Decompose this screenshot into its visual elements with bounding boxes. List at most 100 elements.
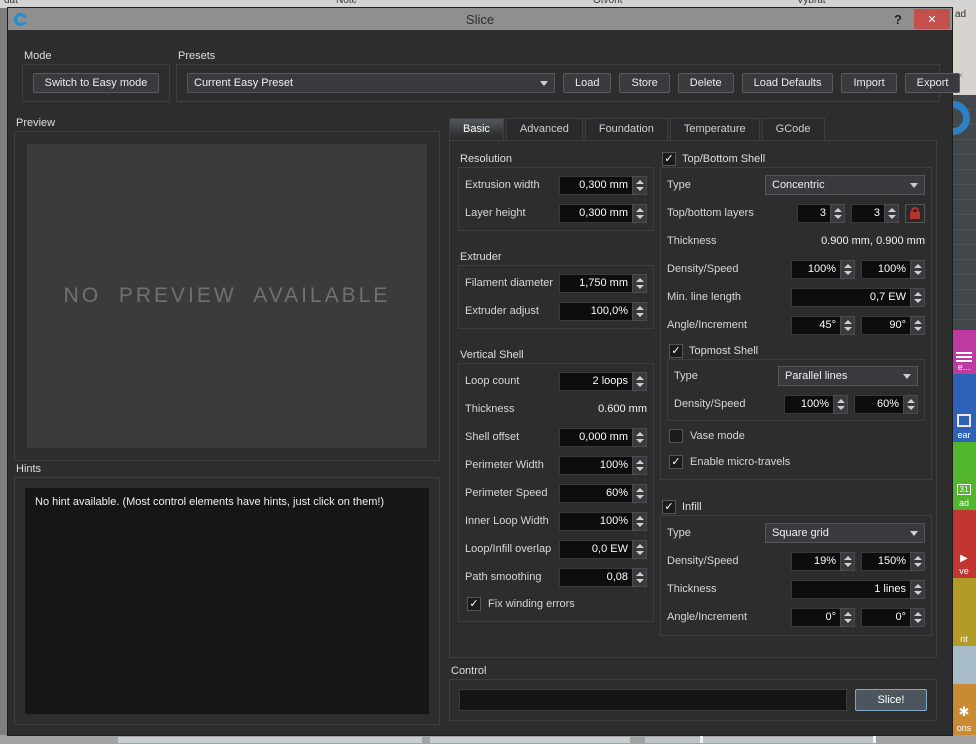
titlebar[interactable]: Slice ? ✕ [8,8,952,30]
spinner[interactable] [632,540,647,559]
spinner[interactable] [910,260,925,279]
min-line-length-field[interactable]: 0,7 EW [791,288,925,307]
perimeter-width-field[interactable]: 100% [559,456,647,475]
vase-mode-checkbox[interactable] [669,429,683,443]
toolbar-tile[interactable]: nt [952,578,976,646]
tab-foundation[interactable]: Foundation [585,118,668,141]
increment-field[interactable]: 90° [861,316,925,335]
toolbar-tile[interactable]: 31 ad [952,442,976,510]
infill-thickness-field[interactable]: 1 lines [791,580,925,599]
app-logo-swirl-icon [952,101,970,135]
hints-group: Hints No hint available. (Most control e… [14,461,440,725]
topmost-density-field[interactable]: 100% [784,395,848,414]
toolbar-tile[interactable]: ▶ ve [952,510,976,578]
slice-button[interactable]: Slice! [855,689,927,711]
spinner[interactable] [632,274,647,293]
layer-height-field[interactable]: 0,300 mm [559,204,647,223]
store-button[interactable]: Store [619,73,669,93]
spinner[interactable] [840,316,855,335]
toolbar-tile[interactable] [952,646,976,684]
loop-count-field[interactable]: 2 loops [559,372,647,391]
preset-dropdown[interactable]: Current Easy Preset [187,73,555,93]
menu-item[interactable]: Note [336,0,357,6]
panel-label: ad [955,9,966,20]
lock-button[interactable] [905,204,925,223]
top-layers-field[interactable]: 3 [797,204,845,223]
group-label: Preview [14,115,440,131]
delete-button[interactable]: Delete [678,73,734,93]
close-button[interactable]: ✕ [914,9,950,29]
spinner[interactable] [632,372,647,391]
infill-angle-field[interactable]: 0° [791,608,855,627]
spinner[interactable] [632,456,647,475]
export-button[interactable]: Export [905,73,961,93]
speed-field[interactable]: 100% [861,260,925,279]
spinner[interactable] [903,395,918,414]
spinner[interactable] [632,512,647,531]
filament-diameter-field[interactable]: 1,750 mm [559,274,647,293]
load-defaults-button[interactable]: Load Defaults [742,73,834,93]
field-label: Top/bottom layers [667,207,797,219]
tab-advanced[interactable]: Advanced [506,118,583,141]
spinner[interactable] [632,428,647,447]
spinner[interactable] [632,302,647,321]
infill-type-dropdown[interactable]: Square grid [765,523,925,543]
shell-type-dropdown[interactable]: Concentric [765,175,925,195]
spinner[interactable] [632,176,647,195]
infill-speed-field[interactable]: 150% [861,552,925,571]
spinner[interactable] [840,608,855,627]
infill-checkbox[interactable]: ✓ [662,500,676,514]
spinner[interactable] [910,316,925,335]
spinner[interactable] [833,395,848,414]
perimeter-speed-field[interactable]: 60% [559,484,647,503]
density-field[interactable]: 100% [791,260,855,279]
spinner[interactable] [910,580,925,599]
topmost-type-dropdown[interactable]: Parallel lines [778,366,918,386]
tile-label: ear [957,430,970,440]
loop-infill-overlap-field[interactable]: 0,0 EW [559,540,647,559]
setting-row: Thickness 0.900 mm, 0.900 mm [661,227,931,255]
spinner[interactable] [632,484,647,503]
check-mark: ✓ [469,599,478,610]
inner-loop-width-field[interactable]: 100% [559,512,647,531]
field-value: 0,08 [559,568,632,587]
help-button[interactable]: ? [894,12,902,27]
spinner[interactable] [632,568,647,587]
infill-density-field[interactable]: 19% [791,552,855,571]
spinner[interactable] [910,552,925,571]
infill-increment-field[interactable]: 0° [861,608,925,627]
switch-easy-mode-button[interactable]: Switch to Easy mode [33,73,160,93]
extrusion-width-field[interactable]: 0,300 mm [559,176,647,195]
spinner[interactable] [830,204,845,223]
fix-winding-errors-checkbox[interactable]: ✓ [467,597,481,611]
menu-item[interactable]: Otvorit [593,0,622,6]
tab-temperature[interactable]: Temperature [670,118,760,141]
spinner[interactable] [632,204,647,223]
spinner[interactable] [884,204,899,223]
shell-offset-field[interactable]: 0,000 mm [559,428,647,447]
field-label: Perimeter Width [465,459,559,471]
menu-item[interactable]: dat [4,0,18,6]
menu-item[interactable]: Vybrat [797,0,826,6]
import-button[interactable]: Import [841,73,896,93]
top-bottom-shell-checkbox[interactable]: ✓ [662,152,676,166]
spinner[interactable] [910,288,925,307]
tab-basic[interactable]: Basic [449,118,504,141]
group-label: Presets [176,48,940,64]
spinner[interactable] [910,608,925,627]
topmost-speed-field[interactable]: 60% [854,395,918,414]
topmost-shell-checkbox[interactable]: ✓ [669,344,683,358]
tab-gcode[interactable]: GCode [762,118,825,141]
toolbar-tile[interactable]: e... [952,330,976,374]
spinner[interactable] [840,552,855,571]
extruder-adjust-field[interactable]: 100,0% [559,302,647,321]
path-smoothing-field[interactable]: 0,08 [559,568,647,587]
load-button[interactable]: Load [563,73,611,93]
angle-field[interactable]: 45° [791,316,855,335]
spinner[interactable] [840,260,855,279]
setting-row: Loop count 2 loops [459,367,653,395]
bottom-layers-field[interactable]: 3 [851,204,899,223]
toolbar-tile[interactable]: ear [952,374,976,442]
toolbar-tile[interactable]: ✱ ons [952,684,976,735]
enable-micro-travels-checkbox[interactable]: ✓ [669,455,683,469]
